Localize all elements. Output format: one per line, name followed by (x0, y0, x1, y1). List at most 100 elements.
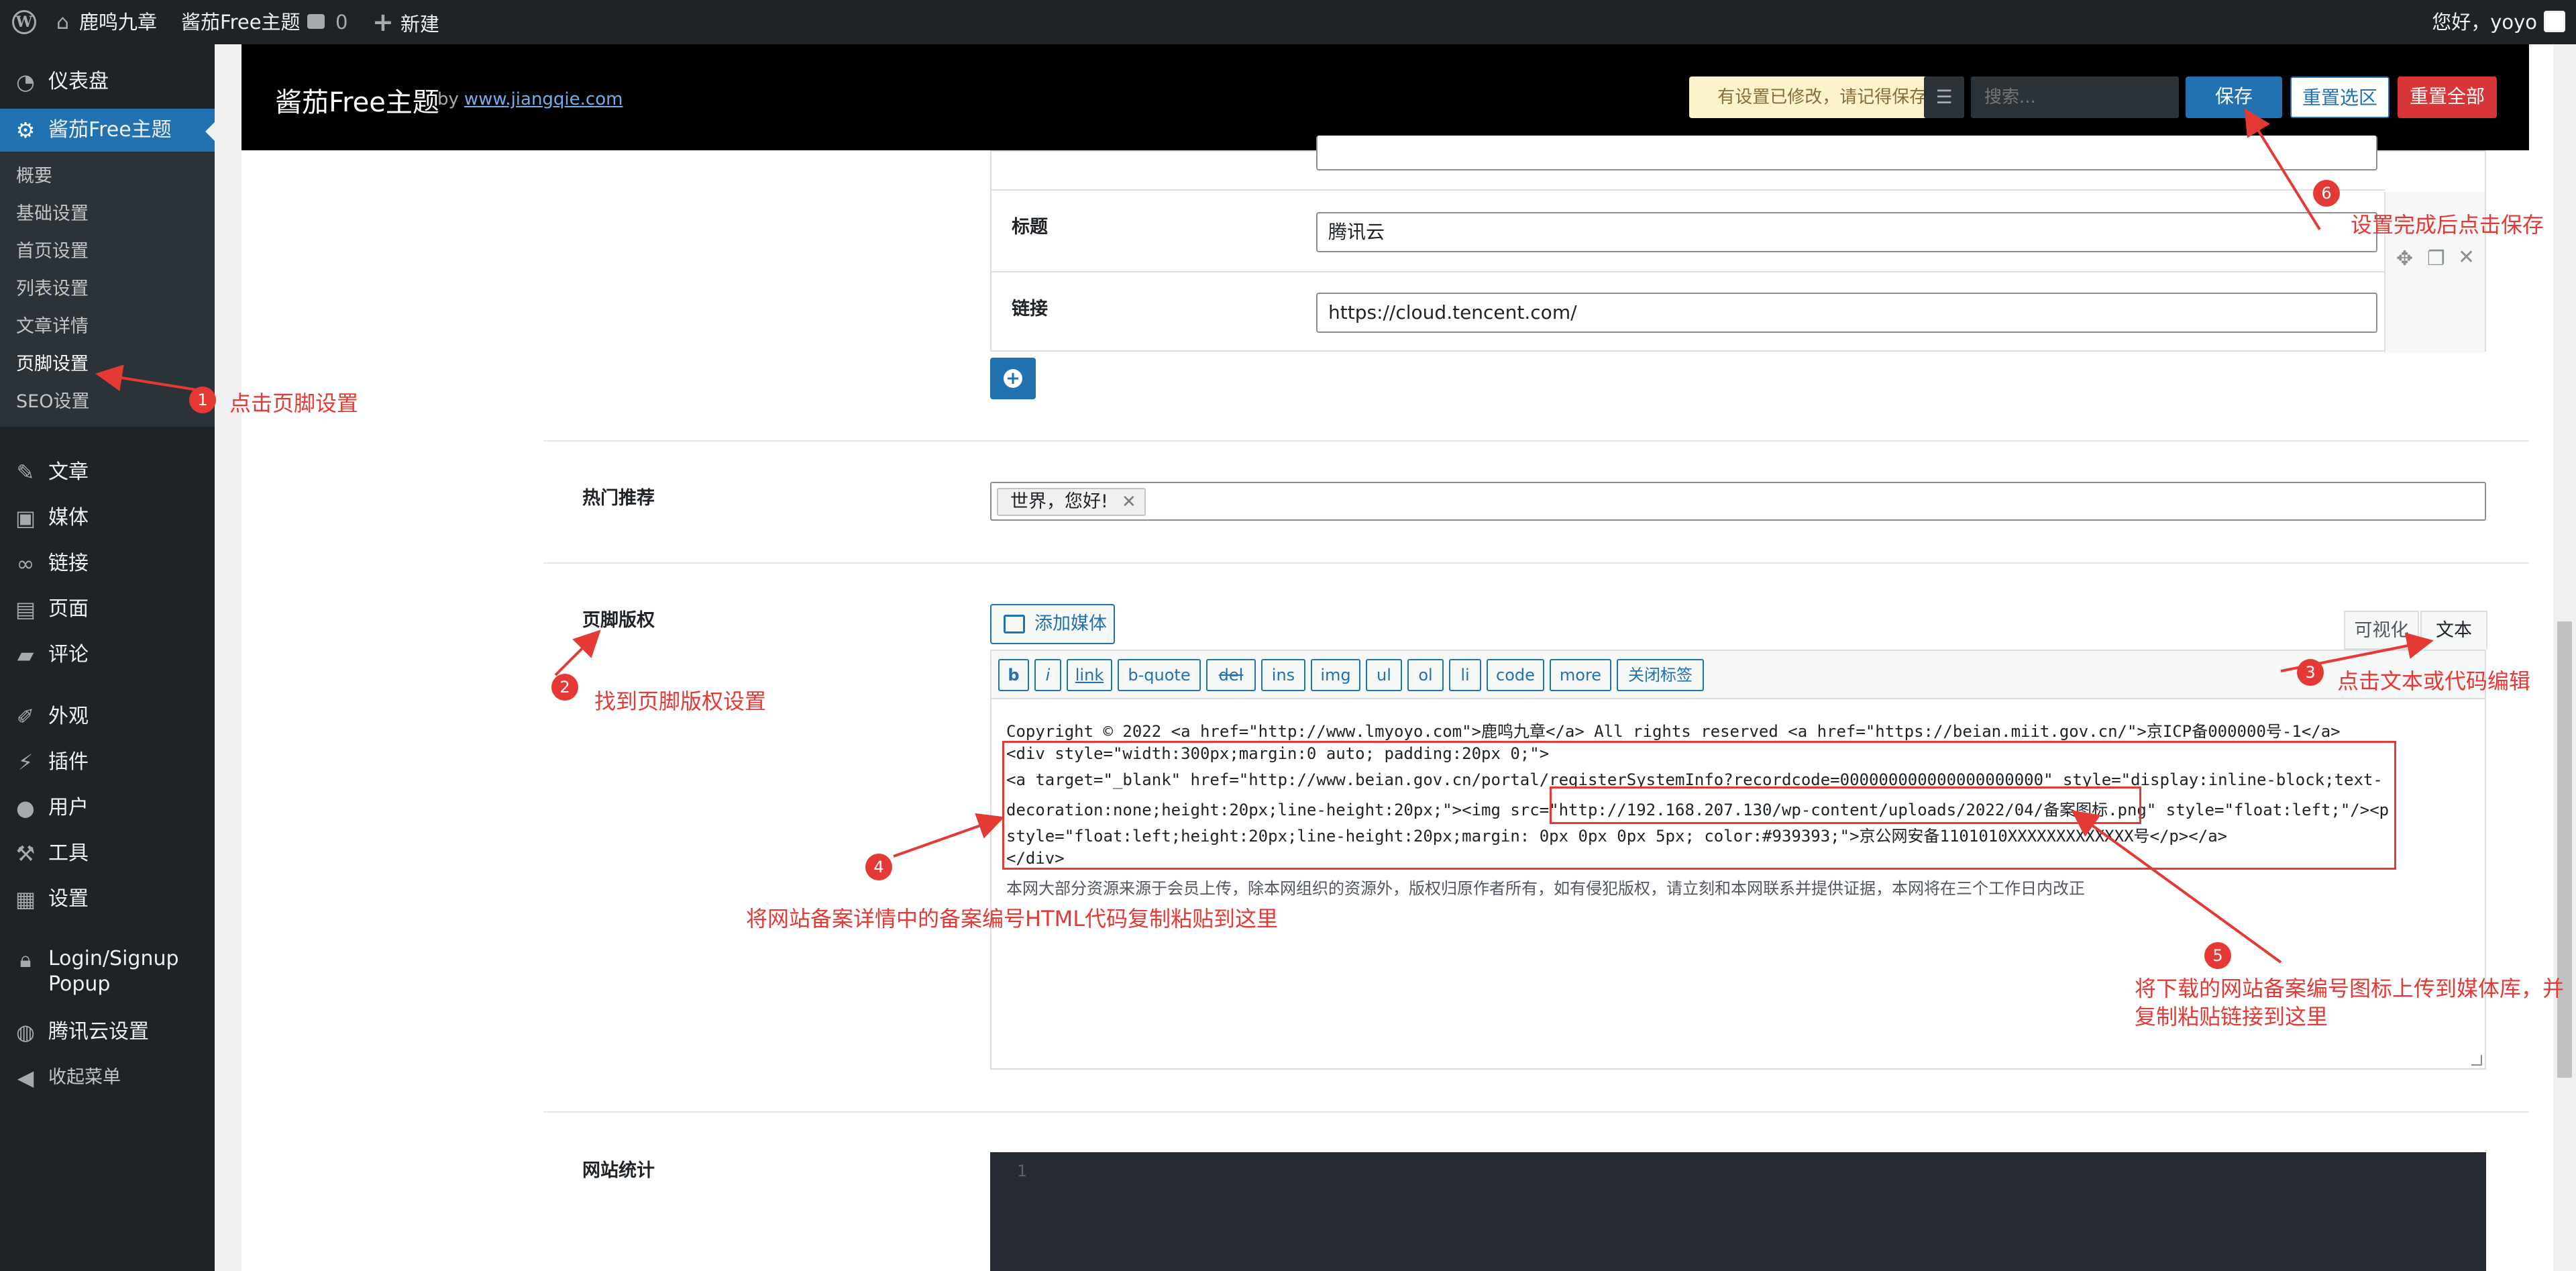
comments-link[interactable]: 0 (307, 0, 347, 44)
new-content-menu[interactable]: + 新建 (372, 0, 439, 44)
qt-del-button[interactable]: del (1206, 659, 1256, 691)
menu-theme[interactable]: ⚙ 酱茄Free主题 (0, 109, 215, 152)
user-account-menu[interactable]: 您好，yoyo (2432, 0, 2565, 44)
menu-plugins[interactable]: ⚡ 插件 (0, 741, 215, 784)
stats-code-editor[interactable]: 1 (990, 1152, 2486, 1271)
comment-icon (307, 14, 325, 29)
qt-ins-button[interactable]: ins (1261, 659, 1305, 691)
link-title-input[interactable]: 腾讯云 (1316, 212, 2377, 252)
admin-sidebar: ◔ 仪表盘 ⚙ 酱茄Free主题 概要 基础设置 首页设置 列表设置 文章详情 页脚… (0, 44, 215, 1271)
annotation-text-6: 设置完成后点击保存 (2351, 212, 2544, 238)
menu-media[interactable]: ▣ 媒体 (0, 497, 215, 540)
menu-label: 仪表盘 (48, 70, 109, 93)
submenu-overview[interactable]: 概要 (16, 161, 52, 187)
qt-close-tags-button[interactable]: 关闭标签 (1617, 659, 1704, 691)
qt-ol-button[interactable]: ol (1407, 659, 1444, 691)
menu-links[interactable]: ∞ 链接 (0, 542, 215, 585)
link-url-input[interactable]: https://cloud.tencent.com/ (1316, 293, 2377, 333)
menu-label: 设置 (48, 887, 89, 911)
menu-users[interactable]: ● 用户 (0, 786, 215, 829)
qt-img-button[interactable]: img (1311, 659, 1360, 691)
collapse-icon: ◀ (17, 1065, 34, 1090)
menu-tencent[interactable]: ◍ 腾讯云设置 (0, 1011, 215, 1054)
remove-tag-icon[interactable]: ✕ (1122, 489, 1136, 515)
reset-all-button[interactable]: 重置全部 (2398, 77, 2497, 118)
move-icon[interactable]: ✥ (2396, 247, 2413, 270)
submenu-seo[interactable]: SEO设置 (16, 387, 89, 413)
author-link[interactable]: www.jiangqie.com (464, 89, 623, 109)
hot-tag-field[interactable]: 世界，您好! ✕ (990, 482, 2486, 521)
previous-link-input[interactable] (1316, 136, 2377, 170)
resize-handle[interactable] (2471, 1055, 2482, 1066)
tab-visual[interactable]: 可视化 (2344, 611, 2419, 650)
annotation-text-3: 点击文本或代码编辑 (2337, 668, 2531, 694)
tab-text[interactable]: 文本 (2420, 611, 2487, 650)
expand-all-button[interactable]: ☰ (1924, 77, 1964, 118)
qt-link-button[interactable]: link (1067, 659, 1112, 691)
qt-li-button[interactable]: li (1449, 659, 1481, 691)
menu-label-line-1: Login/Signup (48, 947, 179, 970)
reset-section-button[interactable]: 重置选区 (2290, 77, 2390, 118)
menu-pages[interactable]: ▤ 页面 (0, 588, 215, 631)
page-icon: ▤ (15, 597, 36, 622)
save-button[interactable]: 保存 (2186, 77, 2282, 118)
qt-bquote-button[interactable]: b-quote (1118, 659, 1201, 691)
pin-icon: ✎ (16, 460, 35, 485)
media-icon: ▣ (15, 505, 36, 531)
line-number: 1 (1017, 1162, 1027, 1180)
admin-bar: W ⌂ 鹿鸣九章 酱茄Free主题 0 + 新建 您好，yoyo (0, 0, 2576, 44)
home-icon: ⌂ (56, 11, 70, 34)
divider (543, 440, 2529, 442)
menu-login-signup-popup[interactable]: 🔒︎ Login/Signup Popup (0, 938, 215, 1003)
menu-comments[interactable]: ▰ 评论 (0, 633, 215, 676)
unsaved-notice: 有设置已修改，请记得保存! (1689, 77, 1962, 118)
submenu-footer[interactable]: 页脚设置 (16, 349, 89, 375)
submenu-home[interactable]: 首页设置 (16, 236, 89, 262)
code-line: 本网大部分资源来源于会员上传，除本网组织的资源外，版权归原作者所有，如有侵犯版权… (1006, 879, 2085, 898)
annotation-number-1: 1 (189, 387, 216, 413)
clone-icon[interactable]: ❐ (2427, 247, 2445, 270)
menu-label: 页面 (48, 597, 89, 621)
menu-posts[interactable]: ✎ 文章 (0, 451, 215, 494)
lock-icon: 🔒︎ (19, 947, 32, 972)
code-line: Copyright © 2022 <a href="http://www.lmy… (1006, 722, 2341, 741)
user-icon: ● (16, 795, 35, 821)
theme-menu-link[interactable]: 酱茄Free主题 (181, 0, 301, 44)
close-icon[interactable]: ✕ (2458, 246, 2475, 269)
annotation-img-url-highlight (1550, 786, 2141, 824)
qt-ul-button[interactable]: ul (1366, 659, 1402, 691)
annotation-text-5a: 将下载的网站备案编号图标上传到媒体库，并 (2135, 976, 2565, 1001)
submenu-list[interactable]: 列表设置 (16, 274, 89, 300)
menu-label: 工具 (48, 842, 89, 865)
menu-appearance[interactable]: ✐ 外观 (0, 695, 215, 738)
submenu-article[interactable]: 文章详情 (16, 311, 89, 338)
menu-label: 酱茄Free主题 (48, 118, 172, 142)
add-media-button[interactable]: 添加媒体 (990, 604, 1115, 644)
page-scrollbar[interactable] (2553, 44, 2576, 1271)
comment-icon: ▰ (17, 642, 34, 668)
menu-settings[interactable]: ▦ 设置 (0, 878, 215, 921)
dashboard-icon: ◔ (16, 69, 35, 95)
menu-label: 文章 (48, 460, 89, 484)
qt-code-button[interactable]: code (1487, 659, 1544, 691)
add-group-button[interactable]: + (990, 358, 1036, 399)
menu-tools[interactable]: ⚒ 工具 (0, 832, 215, 875)
menu-label: 评论 (48, 643, 89, 666)
qt-bold-button[interactable]: b (998, 659, 1029, 691)
menu-label: 用户 (48, 796, 89, 819)
qt-more-button[interactable]: more (1550, 659, 1611, 691)
qt-italic-button[interactable]: i (1034, 659, 1061, 691)
scrollbar-thumb[interactable] (2557, 621, 2572, 1078)
media-icon (1004, 615, 1025, 633)
wordpress-logo-menu[interactable]: W (7, 0, 40, 44)
copyright-label: 页脚版权 (582, 610, 655, 631)
stats-label: 网站统计 (582, 1160, 655, 1181)
user-greeting: 您好，yoyo (2432, 11, 2537, 34)
options-search-input[interactable] (1971, 77, 2179, 118)
menu-collapse[interactable]: ◀ 收起菜单 (0, 1056, 215, 1099)
menu-dashboard[interactable]: ◔ 仪表盘 (0, 60, 215, 103)
submenu-basic[interactable]: 基础设置 (16, 199, 89, 225)
menu-label: 外观 (48, 705, 89, 728)
site-name-link[interactable]: ⌂ 鹿鸣九章 (56, 0, 157, 44)
globe-icon: ◍ (16, 1019, 35, 1045)
